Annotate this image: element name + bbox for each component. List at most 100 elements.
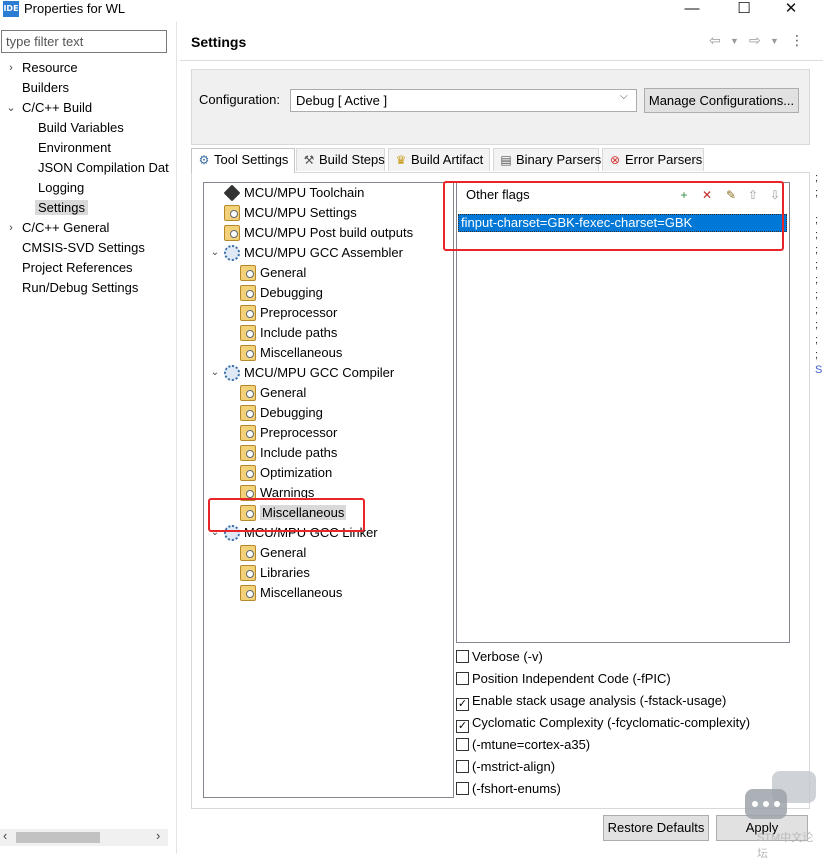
tab-label: Build Steps [319,152,385,167]
scroll-left-icon[interactable]: ‹ [3,828,7,843]
edge-fragment: ; [815,319,819,331]
tree-item[interactable]: MCU/MPU Toolchain [223,183,364,203]
tree-item[interactable]: Preprocessor [240,303,337,323]
option-label: Cyclomatic Complexity (-fcyclomatic-comp… [472,715,751,730]
tab-label: Tool Settings [214,152,289,167]
tree-item[interactable]: MCU/MPU Post build outputs [224,223,413,243]
back-dropdown-icon[interactable]: ▼ [730,36,739,46]
back-icon[interactable]: ⇦ [709,32,721,49]
tool-gear-icon [224,365,240,381]
tree-item[interactable]: Preprocessor [240,423,337,443]
nav-item-resource[interactable]: Resource [22,58,78,78]
unchecked-checkbox[interactable] [456,782,469,795]
option-folder-icon [240,305,256,321]
nav-item-build-variables[interactable]: Build Variables [38,118,124,138]
tree-item[interactable]: General [240,383,306,403]
nav-item-cmsis-svd-settings[interactable]: CMSIS-SVD Settings [22,238,145,258]
tab-tool-settings[interactable]: ⚙ Tool Settings [191,148,295,173]
option-checkbox-row[interactable]: (-mstrict-align) [456,758,555,776]
option-label: Verbose (-v) [472,649,543,664]
tree-item[interactable]: Debugging [240,403,323,423]
option-folder-icon [240,585,256,601]
option-checkbox-row[interactable]: (-mtune=cortex-a35) [456,736,590,754]
tree-item-label: Miscellaneous [260,345,343,360]
tree-item[interactable]: Include paths [240,443,337,463]
edge-fragment: ; [815,229,819,241]
tab-build-artifact[interactable]: ♛ Build Artifact [388,148,490,171]
maximize-button[interactable]: ☐ [727,0,761,20]
nav-item-label: Build Variables [38,120,124,135]
option-checkbox-row[interactable]: (-fshort-enums) [456,780,561,798]
option-folder-icon [224,225,240,241]
sash-divider[interactable] [176,22,177,854]
binary-icon: ▤ [500,153,512,167]
chevron-right-icon[interactable]: › [5,219,17,237]
option-folder-icon [240,425,256,441]
edge-fragment: ; [815,187,819,199]
edge-fragment: ; [815,172,819,184]
unchecked-checkbox[interactable] [456,760,469,773]
view-menu-icon[interactable]: ⋮ [790,32,804,49]
tree-item[interactable]: Libraries [240,563,310,583]
nav-item-label: Builders [22,80,69,95]
option-checkbox-row[interactable]: Verbose (-v) [456,648,543,666]
nav-item-label: CMSIS-SVD Settings [22,240,145,255]
minimize-button[interactable]: — [675,0,709,20]
chevron-down-icon[interactable]: ⌵ [620,91,628,102]
tab-build-steps[interactable]: ⚒ Build Steps [296,148,385,171]
checked-checkbox[interactable]: ✓ [456,720,469,733]
checked-checkbox[interactable]: ✓ [456,698,469,711]
tree-item[interactable]: MCU/MPU GCC Assembler [224,243,403,263]
tab-binary-parsers[interactable]: ▤ Binary Parsers [493,148,601,171]
edge-fragment: S [815,364,823,376]
tree-item[interactable]: MCU/MPU Settings [224,203,357,223]
option-checkbox-row[interactable]: ✓ Cyclomatic Complexity (-fcyclomatic-com… [456,714,751,733]
scroll-right-icon[interactable]: › [156,828,160,843]
option-checkbox-row[interactable]: Position Independent Code (-fPIC) [456,670,671,688]
unchecked-checkbox[interactable] [456,650,469,663]
option-label: (-mtune=cortex-a35) [472,737,591,752]
chevron-down-icon[interactable]: ⌄ [209,363,221,383]
nav-item-label: JSON Compilation Dat [38,160,169,175]
nav-item-settings[interactable]: Settings [35,198,88,218]
nav-item-environment[interactable]: Environment [38,138,111,158]
manage-configurations-button[interactable]: Manage Configurations... [644,88,799,113]
edge-fragment: ; [815,289,819,301]
filter-input[interactable]: type filter text [1,30,167,53]
forward-dropdown-icon[interactable]: ▼ [770,36,779,46]
tree-item-label: MCU/MPU GCC Compiler [244,365,395,380]
tree-item[interactable]: MCU/MPU GCC Compiler [224,363,394,383]
nav-item-run-debug-settings[interactable]: Run/Debug Settings [22,278,138,298]
tree-item[interactable]: Optimization [240,463,332,483]
unchecked-checkbox[interactable] [456,738,469,751]
chevron-right-icon[interactable]: › [5,59,17,77]
nav-item-builders[interactable]: Builders [22,78,69,98]
nav-item-json-compilation-dat[interactable]: JSON Compilation Dat [38,158,169,178]
nav-item-c-c-general[interactable]: C/C++ General [22,218,109,238]
left-scroll-thumb[interactable] [16,832,100,843]
tree-item[interactable]: Miscellaneous [240,583,342,603]
tree-item[interactable]: Miscellaneous [240,343,342,363]
nav-item-project-references[interactable]: Project References [22,258,133,278]
option-checkbox-row[interactable]: ✓ Enable stack usage analysis (-fstack-us… [456,692,727,711]
window-title: Properties for WL [24,1,126,16]
tree-item[interactable]: Debugging [240,283,323,303]
chevron-down-icon[interactable]: ⌄ [5,99,17,117]
nav-item-c-c-build[interactable]: C/C++ Build [22,98,92,118]
chevron-down-icon[interactable]: ⌄ [209,243,221,263]
nav-item-label: Settings [35,200,88,215]
close-button[interactable]: ✕ [774,0,808,20]
restore-defaults-button[interactable]: Restore Defaults [603,815,709,841]
tree-item-label: Debugging [260,285,323,300]
configuration-select[interactable]: Debug [ Active ] [290,89,637,112]
unchecked-checkbox[interactable] [456,672,469,685]
option-label: Enable stack usage analysis (-fstack-usa… [472,693,727,708]
tree-item[interactable]: General [240,543,306,563]
forward-icon[interactable]: ⇨ [749,32,761,49]
tree-item[interactable]: General [240,263,306,283]
nav-item-logging[interactable]: Logging [38,178,84,198]
tab-error-parsers[interactable]: ⊗ Error Parsers [602,148,704,171]
tree-item[interactable]: Include paths [240,323,337,343]
tree-item-label: MCU/MPU Post build outputs [244,225,414,240]
tab-label: Build Artifact [411,152,484,167]
